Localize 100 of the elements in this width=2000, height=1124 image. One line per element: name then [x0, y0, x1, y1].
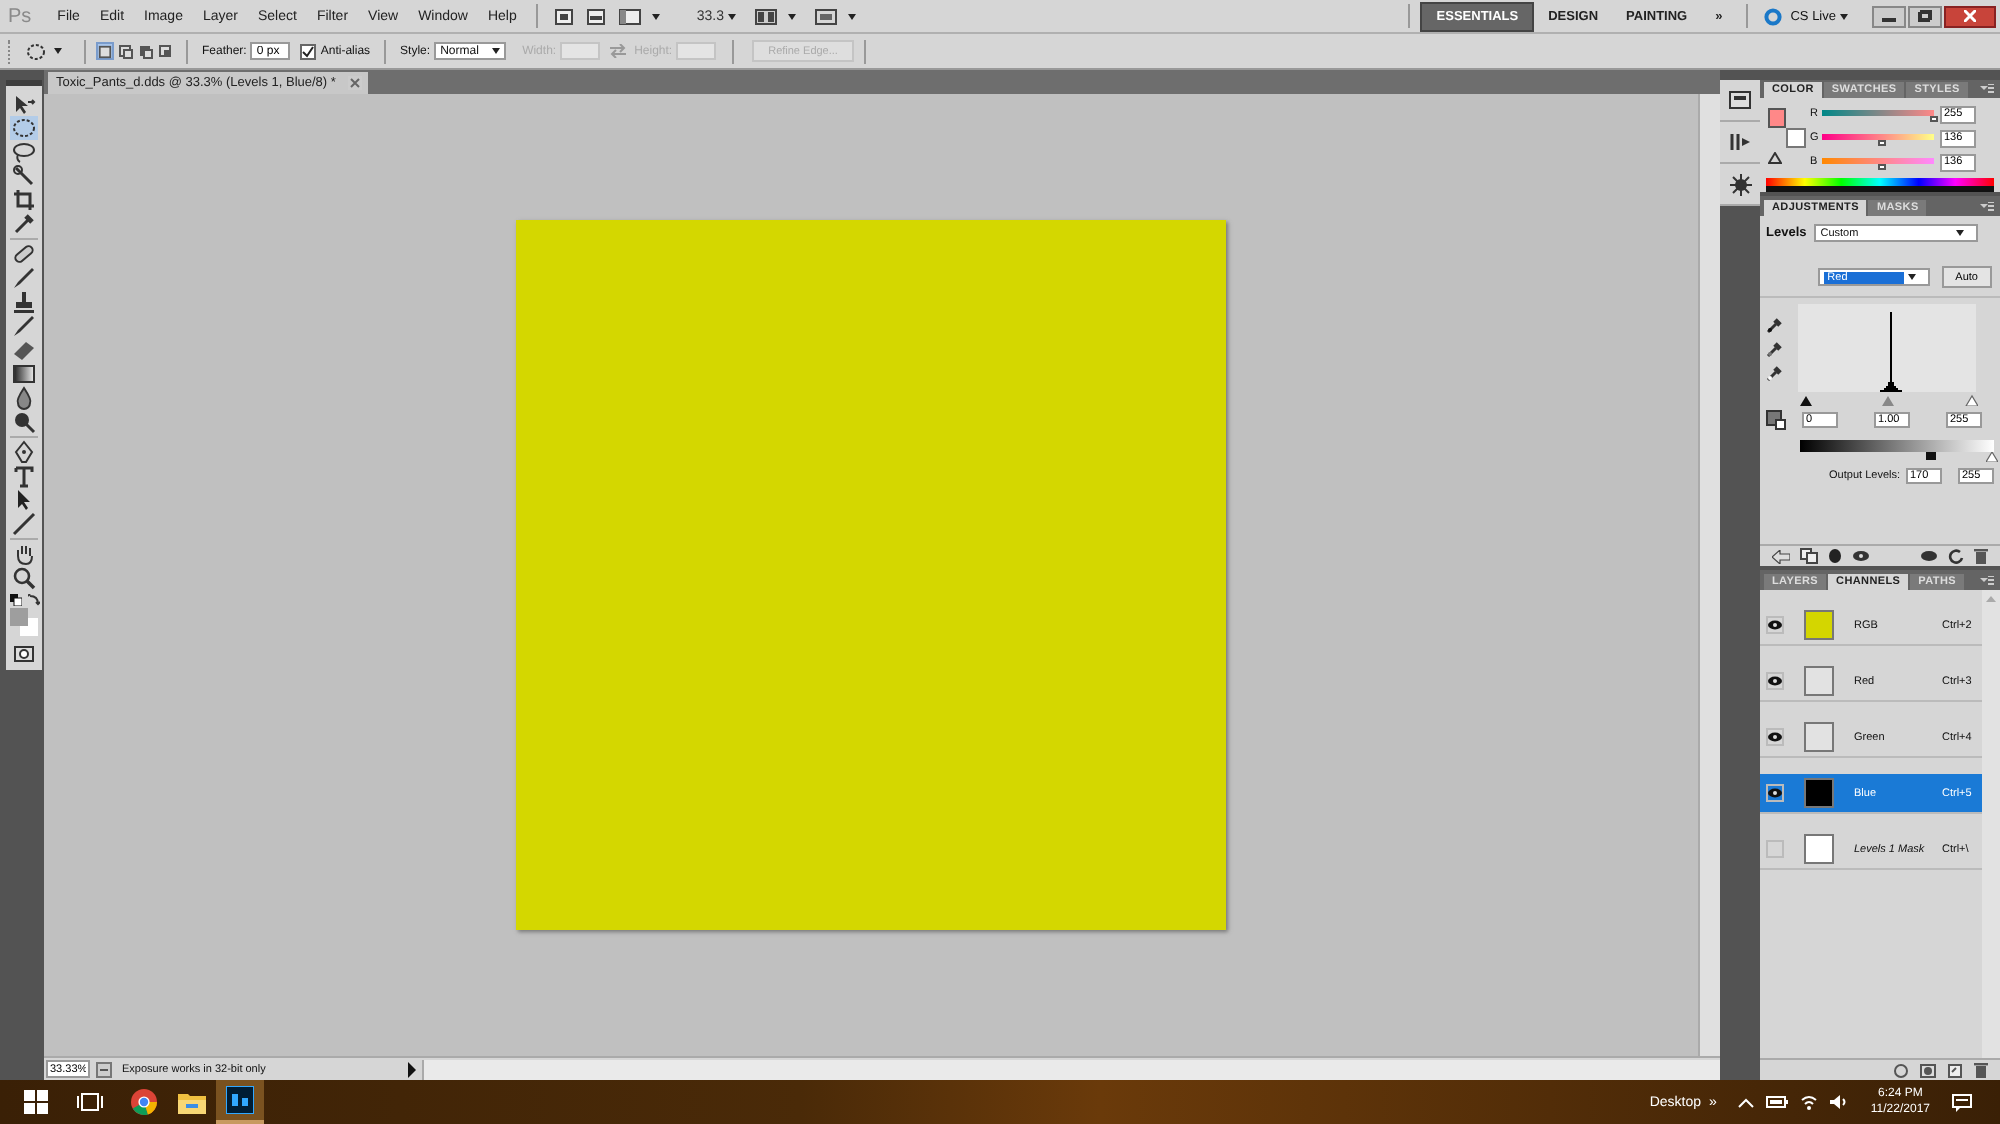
taskbar-app[interactable] [216, 1080, 264, 1124]
triangle-icon[interactable] [1986, 452, 1998, 462]
wifi-icon[interactable] [1800, 1094, 1819, 1110]
visibility-toggle[interactable] [1766, 784, 1784, 802]
line-icon [12, 512, 36, 536]
panel-menu-icon[interactable] [1980, 576, 1994, 586]
circle-icon[interactable] [1828, 548, 1842, 564]
task-view-icon[interactable] [76, 1092, 104, 1112]
new-channel-icon[interactable] [1948, 1063, 1962, 1077]
tool-button[interactable] [10, 164, 38, 188]
visibility-toggle[interactable] [1766, 728, 1784, 746]
foreground-color-swatch[interactable] [10, 608, 28, 626]
tool-button[interactable] [10, 140, 38, 164]
restore-button[interactable] [1908, 5, 1942, 27]
eyedropper-icon[interactable] [1766, 364, 1782, 382]
tool-button[interactable] [10, 464, 38, 488]
visibility-toggle[interactable] [1766, 616, 1784, 634]
brush-icon [12, 314, 36, 338]
actions-button[interactable] [1720, 122, 1760, 164]
vertical-scrollbar[interactable] [1982, 590, 2000, 1058]
tool-button[interactable] [10, 566, 38, 590]
slider-thumb[interactable] [1925, 452, 1936, 460]
app-logo: Ps [8, 5, 32, 27]
quick-mask-icon[interactable] [14, 646, 34, 662]
foreground-color-swatch[interactable] [1768, 108, 1786, 129]
tool-button[interactable] [10, 116, 38, 140]
slider-thumb[interactable] [1877, 164, 1886, 171]
eye-icon [1768, 620, 1782, 630]
zoom-icon [12, 566, 36, 590]
ellipse-icon[interactable] [26, 41, 46, 61]
stamp-icon [12, 290, 36, 314]
battery-icon[interactable] [1766, 1096, 1789, 1108]
visibility-toggle[interactable] [1766, 672, 1784, 690]
eye-icon[interactable] [1852, 550, 1870, 562]
chrome-icon [130, 1088, 158, 1116]
info-icon[interactable] [96, 1061, 112, 1077]
gear-icon[interactable] [1729, 173, 1751, 195]
tool-button[interactable] [10, 410, 38, 434]
horizontal-scrollbar[interactable] [422, 1059, 1720, 1079]
slider-thumb[interactable] [1930, 116, 1938, 123]
selection-mode-button[interactable] [156, 42, 174, 60]
input-slider-drawing[interactable] [1800, 394, 1978, 406]
tool-button[interactable] [10, 266, 38, 290]
minimize-button[interactable] [1872, 5, 1906, 27]
tool-button[interactable] [10, 362, 38, 386]
eyedropper-icon [12, 212, 36, 236]
selection-mode-button[interactable] [96, 42, 114, 60]
visibility-toggle[interactable] [1766, 840, 1784, 858]
lasso-icon [12, 140, 36, 164]
tool-button[interactable] [10, 92, 38, 116]
selection-mode-button[interactable] [116, 42, 134, 60]
windows-icon[interactable] [24, 1090, 48, 1114]
arrow-icon[interactable] [406, 1061, 418, 1077]
tool-button[interactable] [10, 188, 38, 212]
tool-button[interactable] [10, 314, 38, 338]
trash-icon[interactable] [1974, 548, 1988, 564]
color-slider[interactable] [1822, 154, 1934, 171]
slider-thumb[interactable] [1877, 140, 1886, 147]
dodge-icon [12, 410, 36, 434]
caret-icon [728, 13, 737, 19]
settings-button[interactable] [1720, 164, 1760, 206]
eyedropper-icon[interactable] [1766, 340, 1782, 358]
close-icon [1964, 10, 1976, 22]
back-icon[interactable] [1772, 549, 1790, 563]
mask-icon[interactable] [1920, 1063, 1936, 1077]
cs-live-icon[interactable] [1764, 7, 1783, 25]
circle-icon[interactable] [1894, 1063, 1908, 1077]
tool-button[interactable] [10, 290, 38, 314]
close-button[interactable] [1944, 5, 1996, 27]
panel-menu-icon[interactable] [1980, 84, 1994, 95]
default-colors-icon[interactable] [9, 594, 21, 606]
tool-button[interactable] [10, 440, 38, 464]
panel-menu-icon[interactable] [1980, 202, 1994, 212]
vertical-scrollbar[interactable] [1698, 94, 1720, 1056]
history-button[interactable] [1720, 80, 1760, 122]
notification-icon[interactable] [1952, 1093, 1972, 1111]
selection-mode-button[interactable] [136, 42, 154, 60]
tool-button[interactable] [10, 242, 38, 266]
eyedropper-icon[interactable] [1766, 316, 1782, 334]
swap-colors-icon[interactable] [27, 594, 39, 606]
close-icon[interactable] [347, 76, 362, 90]
speaker-icon[interactable] [1830, 1094, 1849, 1110]
background-color-swatch[interactable] [1786, 128, 1806, 149]
eye-icon[interactable] [1920, 550, 1938, 562]
ps-app-icon [226, 1086, 254, 1114]
tool-button[interactable] [10, 212, 38, 236]
color-slider[interactable] [1822, 130, 1934, 147]
color-spectrum[interactable] [1766, 178, 1994, 192]
reset-icon[interactable] [1948, 548, 1964, 564]
crop-icon [12, 188, 36, 212]
eye-icon [1768, 788, 1782, 798]
caret-icon [54, 48, 62, 54]
arrange-icon[interactable] [754, 7, 779, 25]
anti-alias-checkbox[interactable] [300, 43, 317, 59]
tool-button[interactable] [10, 512, 38, 536]
tool-button[interactable] [10, 338, 38, 362]
trash-icon[interactable] [1974, 1062, 1988, 1078]
color-slider[interactable] [1822, 106, 1934, 123]
caret-icon [1840, 13, 1848, 19]
layers-icon[interactable] [1800, 548, 1818, 564]
